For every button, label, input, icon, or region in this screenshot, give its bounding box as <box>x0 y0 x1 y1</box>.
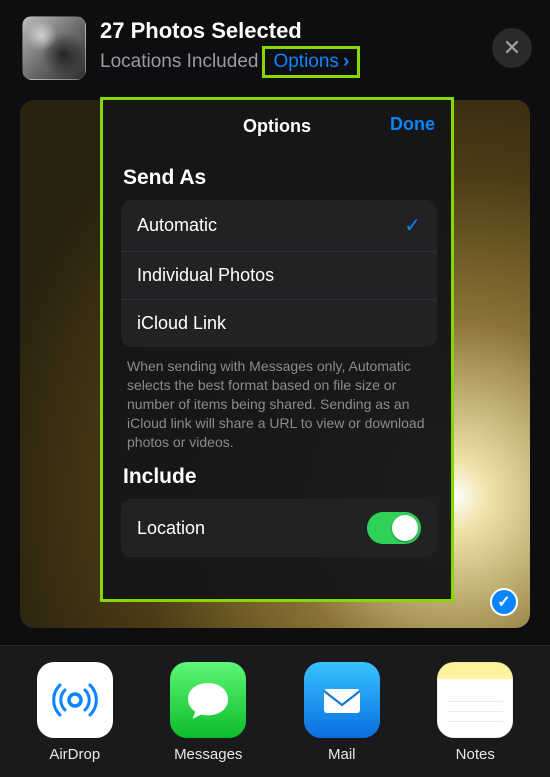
options-button-highlighted[interactable]: Options › <box>262 46 360 78</box>
options-panel: Options Done Send As Automatic ✓ Individ… <box>100 97 454 602</box>
share-messages[interactable]: Messages <box>153 662 263 763</box>
done-button[interactable]: Done <box>390 114 435 135</box>
options-panel-header: Options Done <box>103 100 451 152</box>
list-item-label: iCloud Link <box>137 313 226 334</box>
subtitle-locations: Locations Included <box>100 51 258 73</box>
share-destinations: AirDrop Messages Mail Notes <box>0 645 550 777</box>
close-icon: ✕ <box>503 35 521 61</box>
share-label: AirDrop <box>49 746 100 763</box>
send-as-footer-note: When sending with Messages only, Automat… <box>121 347 437 451</box>
share-label: Mail <box>328 746 356 763</box>
include-section: Include Location <box>103 465 451 557</box>
list-item-label: Individual Photos <box>137 265 274 286</box>
share-label: Messages <box>174 746 242 763</box>
include-list: Location <box>121 499 437 557</box>
share-notes[interactable]: Notes <box>420 662 530 763</box>
send-as-icloud-link[interactable]: iCloud Link <box>121 300 437 347</box>
share-sheet-header: 27 Photos Selected Locations Included Op… <box>0 0 550 90</box>
options-panel-title: Options <box>243 116 311 137</box>
send-as-automatic[interactable]: Automatic ✓ <box>121 200 437 252</box>
share-airdrop[interactable]: AirDrop <box>20 662 130 763</box>
page-title: 27 Photos Selected <box>100 18 478 44</box>
airdrop-icon <box>37 662 113 738</box>
check-icon: ✓ <box>497 592 510 612</box>
location-toggle[interactable] <box>367 512 421 544</box>
check-icon: ✓ <box>404 213 421 238</box>
mail-icon <box>304 662 380 738</box>
toggle-knob <box>392 515 418 541</box>
share-mail[interactable]: Mail <box>287 662 397 763</box>
messages-icon <box>170 662 246 738</box>
list-item-label: Automatic <box>137 215 217 236</box>
notes-icon <box>437 662 513 738</box>
include-title: Include <box>123 465 437 489</box>
header-thumbnail <box>22 16 86 80</box>
include-location-row: Location <box>121 499 437 557</box>
send-as-individual[interactable]: Individual Photos <box>121 252 437 300</box>
share-label: Notes <box>456 746 495 763</box>
send-as-title: Send As <box>123 166 437 190</box>
options-button-label: Options <box>273 51 338 73</box>
chevron-right-icon: › <box>343 51 349 73</box>
selection-checkmark[interactable]: ✓ <box>490 588 518 616</box>
close-button[interactable]: ✕ <box>492 28 532 68</box>
header-text: 27 Photos Selected Locations Included Op… <box>100 18 478 78</box>
include-location-label: Location <box>137 518 205 539</box>
send-as-section: Send As Automatic ✓ Individual Photos iC… <box>103 166 451 451</box>
send-as-list: Automatic ✓ Individual Photos iCloud Lin… <box>121 200 437 347</box>
